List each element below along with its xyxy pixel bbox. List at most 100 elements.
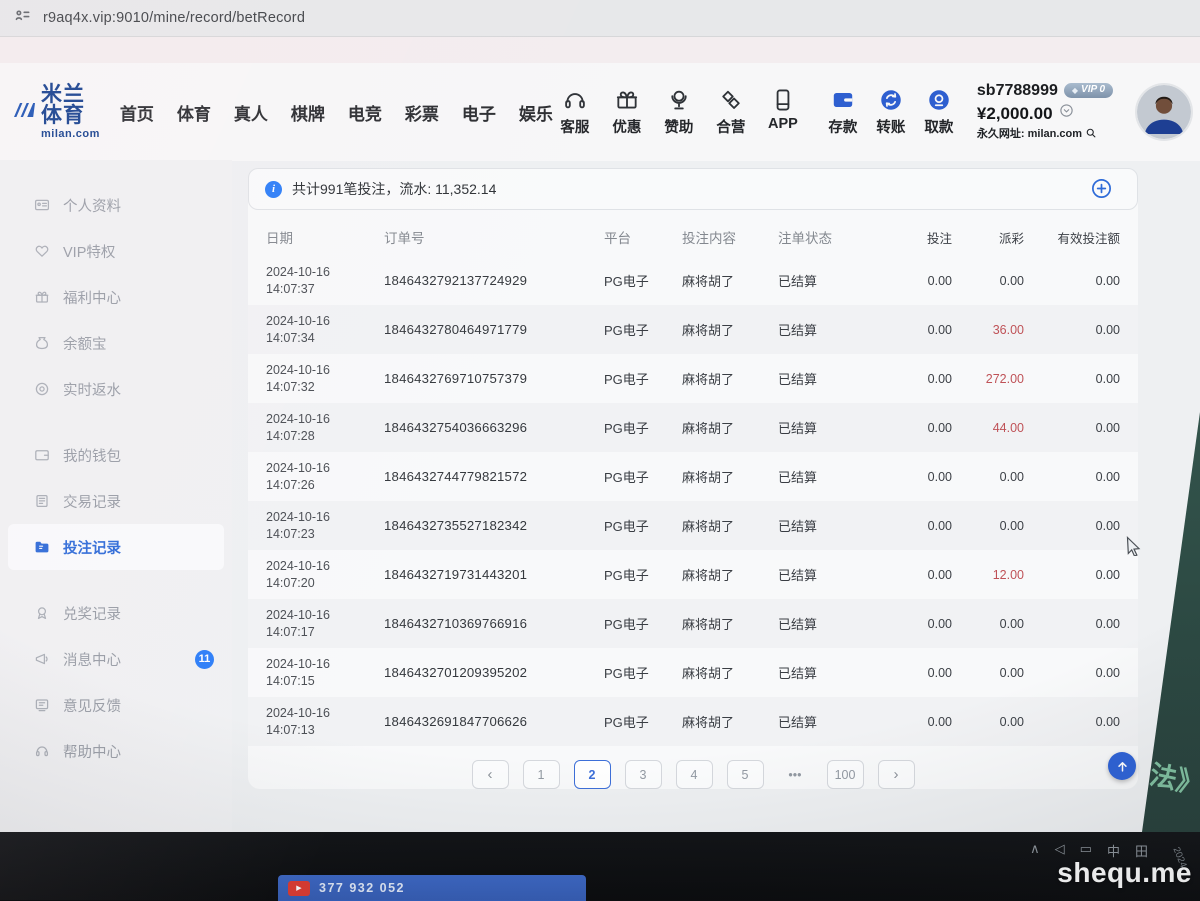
cell-content: 麻将胡了: [682, 516, 778, 535]
cell-platform: PG电子: [604, 663, 682, 682]
cell-platform: PG电子: [604, 614, 682, 633]
service-headset-icon[interactable]: 客服: [553, 87, 597, 137]
cell-order: 1846432719731443201: [384, 567, 604, 582]
bet-record-card: i 共计991笔投注，流水: 11,352.14 日期订单号平台投注内容注单状态…: [248, 168, 1138, 789]
wallet-deposit-icon[interactable]: 存款: [821, 87, 865, 137]
sidebar-item-3[interactable]: 余额宝: [0, 320, 232, 366]
cell-date: 2024-10-1614:07:37: [266, 264, 384, 297]
table-row: 2024-10-1614:07:32 1846432769710757379 P…: [248, 354, 1138, 403]
cell-date: 2024-10-1614:07:15: [266, 656, 384, 689]
nav-item-3[interactable]: 棋牌: [291, 100, 325, 125]
sidebar-item-8[interactable]: 兑奖记录: [0, 590, 232, 636]
watermark: shequ.me: [1057, 857, 1192, 889]
chevron-down-icon[interactable]: [1059, 103, 1074, 124]
sidebar: 个人资料 VIP特权 福利中心 余额宝 实时返水 我的钱包 交易记录 投注记录 …: [0, 160, 232, 832]
summary-text: 共计991笔投注，流水: 11,352.14: [292, 179, 496, 199]
sidebar-item-11[interactable]: 帮助中心: [0, 728, 232, 774]
sidebar-item-0[interactable]: 个人资料: [0, 182, 232, 228]
cell-status: 已结算: [778, 712, 878, 731]
sidebar-item-1[interactable]: VIP特权: [0, 228, 232, 274]
wallet-actions-group: 存款转账取款: [821, 87, 961, 137]
table-row: 2024-10-1614:07:26 1846432744779821572 P…: [248, 452, 1138, 501]
page-button-100[interactable]: 100: [827, 760, 864, 789]
wallet-transfer-icon[interactable]: 转账: [869, 87, 913, 137]
page-button-5[interactable]: 5: [727, 760, 764, 789]
cell-status: 已结算: [778, 320, 878, 339]
page-button-1[interactable]: 1: [523, 760, 560, 789]
cell-status: 已结算: [778, 418, 878, 437]
cell-bet: 0.00: [878, 568, 952, 582]
cell-content: 麻将胡了: [682, 712, 778, 731]
sidebar-item-7[interactable]: 投注记录: [8, 524, 224, 570]
service-partner-icon[interactable]: 合营: [709, 87, 753, 137]
cell-platform: PG电子: [604, 467, 682, 486]
cell-content: 麻将胡了: [682, 467, 778, 486]
page-button-2[interactable]: 2: [574, 760, 611, 789]
cell-valid: 0.00: [1024, 617, 1120, 631]
cell-valid: 0.00: [1024, 666, 1120, 680]
vip-wing-icon: ◆: [1072, 86, 1078, 96]
page-button-4[interactable]: 4: [676, 760, 713, 789]
cell-valid: 0.00: [1024, 715, 1120, 729]
sidebar-item-4[interactable]: 实时返水: [0, 366, 232, 412]
cell-date: 2024-10-1614:07:28: [266, 411, 384, 444]
page-next-button[interactable]: ›: [878, 760, 915, 789]
sidebar-item-6[interactable]: 交易记录: [0, 478, 232, 524]
cell-status: 已结算: [778, 369, 878, 388]
partner-icon: [718, 87, 744, 113]
taskbar-chevron-icon[interactable]: ∧: [1030, 841, 1040, 860]
unread-badge: 11: [195, 650, 214, 669]
cell-platform: PG电子: [604, 369, 682, 388]
table-row: 2024-10-1614:07:23 1846432735527182342 P…: [248, 501, 1138, 550]
cell-date: 2024-10-1614:07:13: [266, 705, 384, 738]
plus-circle-icon[interactable]: [1090, 177, 1113, 200]
nav-item-6[interactable]: 电子: [462, 100, 496, 125]
cell-valid: 0.00: [1024, 470, 1120, 484]
nav-item-0[interactable]: 首页: [120, 100, 154, 125]
vip-badge: ◆VIP 0: [1064, 83, 1113, 99]
wallet-withdraw-icon[interactable]: 取款: [917, 87, 961, 137]
url-text[interactable]: r9aq4x.vip:9010/mine/record/betRecord: [43, 10, 305, 26]
sidebar-item-2[interactable]: 福利中心: [0, 274, 232, 320]
arrow-up-icon: [1115, 759, 1130, 774]
cell-date: 2024-10-1614:07:17: [266, 607, 384, 640]
page-button-•••[interactable]: •••: [778, 761, 813, 788]
clipboard-icon: [34, 493, 50, 509]
cell-status: 已结算: [778, 565, 878, 584]
nav-item-1[interactable]: 体育: [177, 100, 211, 125]
sidebar-item-9[interactable]: 消息中心 11: [0, 636, 232, 682]
cell-order: 1846432754036663296: [384, 420, 604, 435]
nav-item-4[interactable]: 电竞: [348, 100, 382, 125]
idcard-icon: [34, 197, 50, 213]
browser-address-bar[interactable]: r9aq4x.vip:9010/mine/record/betRecord: [0, 0, 1200, 37]
col-header-3: 投注内容: [682, 227, 778, 247]
back-to-top-button[interactable]: [1108, 752, 1136, 780]
nav-item-5[interactable]: 彩票: [405, 100, 439, 125]
pagination: ‹ 12345 ••• 100 ›: [248, 760, 1138, 789]
browser-profile-icon[interactable]: [14, 7, 31, 29]
service-sponsor-icon[interactable]: 赞助: [657, 87, 701, 137]
cell-status: 已结算: [778, 467, 878, 486]
nav-item-2[interactable]: 真人: [234, 100, 268, 125]
bet-record-table: 日期订单号平台投注内容注单状态投注派彩有效投注额 2024-10-1614:07…: [248, 218, 1138, 746]
sidebar-item-5[interactable]: 我的钱包: [0, 432, 232, 478]
page-prev-button[interactable]: ‹: [472, 760, 509, 789]
site-logo[interactable]: 米兰体育 milan.com: [12, 84, 100, 140]
avatar[interactable]: [1137, 85, 1191, 139]
permanent-url-text: 永久网址: milan.com: [977, 128, 1082, 142]
cell-order: 1846432744779821572: [384, 469, 604, 484]
magnifier-icon[interactable]: [1085, 127, 1097, 144]
cell-bet: 0.00: [878, 470, 952, 484]
cell-platform: PG电子: [604, 565, 682, 584]
cell-content: 麻将胡了: [682, 663, 778, 682]
service-app-icon[interactable]: APP: [761, 87, 805, 137]
moneybag-icon: [34, 335, 50, 351]
notification-bar: ▶ 377 932 052: [278, 875, 586, 901]
service-gift-icon[interactable]: 优惠: [605, 87, 649, 137]
nav-item-7[interactable]: 娱乐: [519, 100, 553, 125]
col-header-2: 平台: [604, 227, 682, 247]
page-button-3[interactable]: 3: [625, 760, 662, 789]
sidebar-item-10[interactable]: 意见反馈: [0, 682, 232, 728]
cell-payout: 0.00: [952, 470, 1024, 484]
cell-content: 麻将胡了: [682, 271, 778, 290]
